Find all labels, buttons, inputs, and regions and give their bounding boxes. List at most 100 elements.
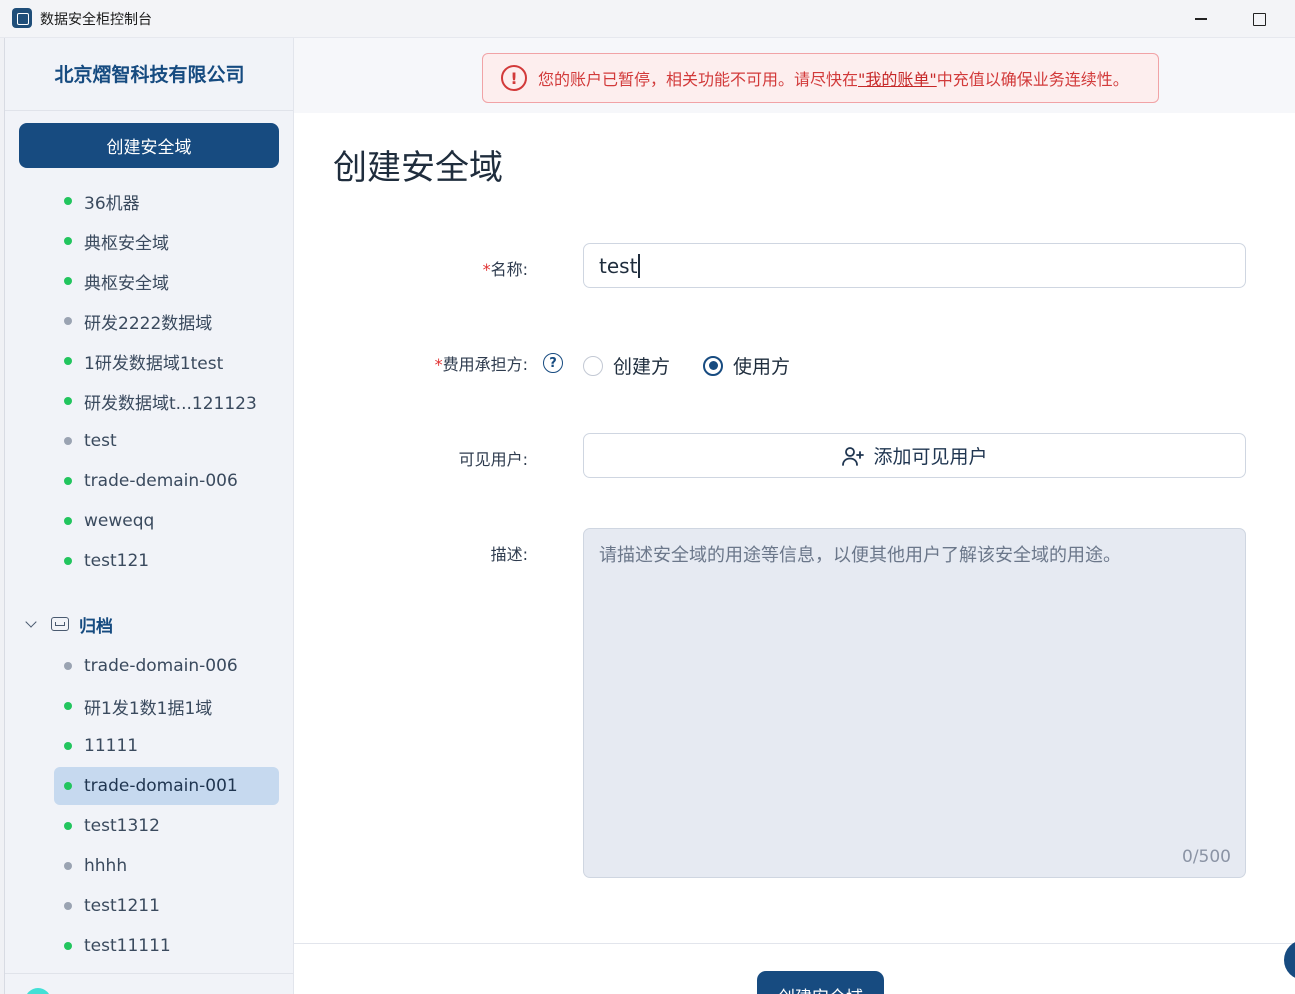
sidebar-domain-item[interactable]: 典枢安全域 — [54, 262, 279, 300]
sidebar-footer-divider — [5, 973, 293, 974]
sidebar-domain-item[interactable]: 研发数据域t...121123 — [54, 382, 279, 420]
domain-label: test — [84, 431, 117, 451]
domain-label: test11111 — [84, 936, 171, 956]
radio-creator[interactable]: 创建方 — [583, 352, 670, 379]
description-label: 描述: — [490, 545, 528, 564]
exclamation-circle-icon: ! — [501, 65, 527, 91]
app-icon — [12, 8, 32, 28]
cost-bearer-label: *费用承担方: — [328, 351, 528, 375]
domain-label: weweqq — [84, 511, 155, 531]
sidebar-archive-item[interactable]: 研1发1数1据1域 — [54, 687, 279, 725]
domain-label: test121 — [84, 551, 150, 571]
sidebar-archive-item[interactable]: test1312 — [54, 807, 279, 845]
status-dot — [64, 397, 72, 405]
page-title: 创建安全域 — [333, 148, 503, 188]
maximize-icon[interactable] — [1249, 9, 1269, 29]
sidebar-archive-item[interactable]: hhhh — [54, 847, 279, 885]
status-dot — [64, 822, 72, 830]
sidebar-domain-item[interactable]: 研发2222数据域 — [54, 302, 279, 340]
required-mark: * — [434, 355, 443, 374]
status-dot — [64, 237, 72, 245]
chevron-down-icon — [25, 618, 37, 630]
domain-label: 研1发1数1据1域 — [84, 698, 213, 719]
user-plus-icon — [842, 446, 865, 466]
status-dot — [64, 357, 72, 365]
sidebar-archive-item-selected[interactable]: trade-domain-001 — [54, 767, 279, 805]
char-counter: 0/500 — [1182, 847, 1231, 867]
name-label: *名称: — [328, 256, 528, 280]
sidebar-domain-item[interactable]: 1研发数据域1test — [54, 342, 279, 380]
status-dot — [64, 902, 72, 910]
user-avatar[interactable] — [25, 988, 51, 994]
submit-create-domain-button[interactable]: 创建安全域 — [757, 971, 884, 994]
domain-label: test1211 — [84, 896, 160, 916]
sidebar-archive-item[interactable]: 11111 — [54, 727, 279, 765]
domain-label: 11111 — [84, 736, 139, 756]
add-visible-users-label: 添加可见用户 — [873, 446, 988, 468]
name-label-text: 名称: — [490, 260, 528, 279]
alert-text-before: 您的账户已暂停，相关功能不可用。请尽快在 — [538, 70, 859, 89]
radio-creator-label: 创建方 — [613, 356, 671, 378]
description-textarea[interactable]: 请描述安全域的用途等信息，以便其他用户了解该安全域的用途。 0/500 — [583, 528, 1246, 878]
sidebar-domain-item[interactable]: weweqq — [54, 502, 279, 540]
sidebar-archive-item[interactable]: test11111 — [54, 927, 279, 965]
status-dot — [64, 277, 72, 285]
required-mark: * — [482, 260, 491, 279]
radio-user[interactable]: 使用方 — [703, 352, 790, 379]
create-domain-button[interactable]: 创建安全域 — [19, 123, 279, 168]
my-bill-link[interactable]: "我的账单" — [858, 66, 937, 90]
sidebar-archive-item[interactable]: test1211 — [54, 887, 279, 925]
status-dot — [64, 557, 72, 565]
sidebar-domain-item[interactable]: test121 — [54, 542, 279, 580]
domain-label: hhhh — [84, 856, 128, 876]
description-placeholder: 请描述安全域的用途等信息，以便其他用户了解该安全域的用途。 — [599, 545, 1121, 566]
cost-bearer-label-text: 费用承担方: — [442, 355, 528, 374]
domain-label: 典枢安全域 — [84, 233, 169, 254]
visible-users-label: 可见用户: — [458, 450, 528, 469]
domain-label: trade-demain-006 — [84, 471, 238, 491]
domain-label: 典枢安全域 — [84, 273, 169, 294]
radio-user-label: 使用方 — [733, 356, 791, 378]
window-titlebar: 数据安全柜控制台 — [0, 0, 1295, 38]
status-dot — [64, 477, 72, 485]
status-dot — [64, 702, 72, 710]
minimize-icon[interactable] — [1190, 8, 1212, 30]
domain-label: 研发2222数据域 — [84, 313, 213, 334]
radio-checked-icon — [703, 355, 723, 376]
status-dot — [64, 782, 72, 790]
account-suspended-alert: ! 您的账户已暂停，相关功能不可用。请尽快在 "我的账单" 中充值以确保业务连续性。 — [482, 53, 1159, 103]
domain-label: trade-domain-001 — [84, 776, 238, 796]
name-input[interactable]: test — [583, 243, 1246, 288]
radio-unchecked-icon — [583, 355, 603, 376]
archive-label: 归档 — [79, 616, 113, 637]
sidebar-archive-item[interactable]: trade-domain-006 — [54, 647, 279, 685]
add-visible-users-button[interactable]: 添加可见用户 — [583, 433, 1246, 478]
sidebar-domain-item[interactable]: trade-demain-006 — [54, 462, 279, 500]
sidebar-domain-item[interactable]: 典枢安全域 — [54, 222, 279, 260]
sidebar: 北京熠智科技有限公司 创建安全域 36机器 典枢安全域 典枢安全域 研发2222… — [5, 38, 294, 994]
name-input-value: test — [599, 253, 638, 278]
sidebar-domain-item[interactable]: test — [54, 422, 279, 460]
status-dot — [64, 942, 72, 950]
alert-text-after: 中充值以确保业务连续性。 — [936, 70, 1129, 89]
status-dot — [64, 437, 72, 445]
archive-group-toggle[interactable]: 归档 — [25, 606, 113, 642]
status-dot — [64, 197, 72, 205]
status-dot — [64, 317, 72, 325]
domain-label: trade-domain-006 — [84, 656, 238, 676]
floating-help-button[interactable] — [1284, 940, 1295, 980]
status-dot — [64, 862, 72, 870]
domain-label: test1312 — [84, 816, 160, 836]
status-dot — [64, 517, 72, 525]
company-name: 北京熠智科技有限公司 — [54, 64, 245, 86]
window-title: 数据安全柜控制台 — [40, 12, 152, 28]
status-dot — [64, 662, 72, 670]
text-caret — [638, 253, 640, 278]
archive-box-icon — [51, 617, 69, 631]
domain-label: 研发数据域t...121123 — [84, 393, 257, 414]
question-circle-icon[interactable]: ? — [543, 353, 563, 373]
sidebar-domain-item[interactable]: 36机器 — [54, 182, 279, 220]
footer-divider — [294, 943, 1295, 944]
domain-label: 1研发数据域1test — [84, 353, 224, 374]
sidebar-divider — [5, 110, 293, 111]
